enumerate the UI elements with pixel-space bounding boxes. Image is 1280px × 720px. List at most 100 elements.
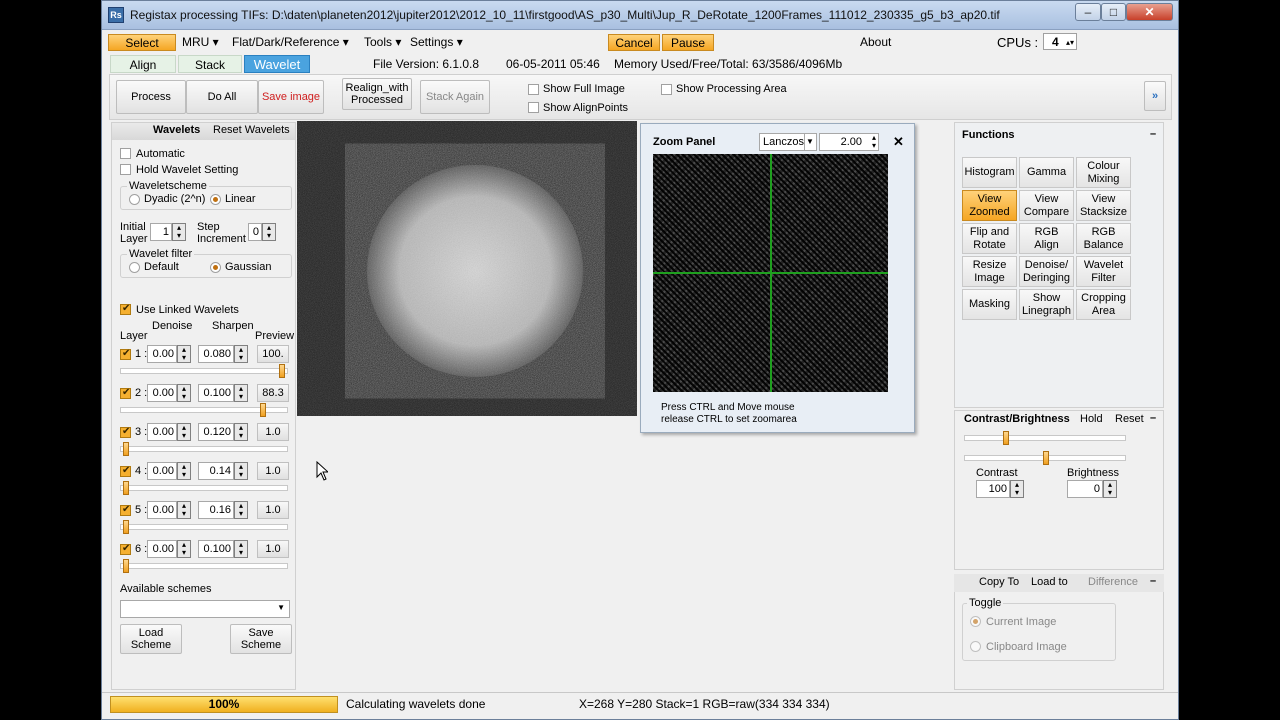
function-masking-button[interactable]: Masking — [962, 289, 1017, 320]
layer-denoise-spinner-icon[interactable]: ▴ ▾ — [177, 462, 191, 480]
function-rgb-align-button[interactable]: RGB Align — [1019, 223, 1074, 254]
layer-sharpen-spinner-icon[interactable]: ▴ ▾ — [234, 345, 248, 363]
function-flip-and-rotate-button[interactable]: Flip and Rotate — [962, 223, 1017, 254]
realign-with-processed-button[interactable]: Realign_with Processed — [342, 78, 412, 110]
select-button[interactable]: Select — [108, 34, 176, 51]
about-link[interactable]: About — [860, 34, 891, 51]
layer-slider-thumb[interactable] — [123, 442, 129, 456]
layer-sharpen-input[interactable]: 0.080 — [198, 345, 234, 363]
layer-preview-button[interactable]: 1.0 — [257, 462, 289, 480]
maximize-icon[interactable]: □ — [1101, 3, 1126, 21]
linear-radio[interactable] — [210, 194, 221, 205]
function-rgb-balance-button[interactable]: RGB Balance — [1076, 223, 1131, 254]
collapse-icon[interactable]: – — [1150, 128, 1156, 140]
layer-sharpen-spinner-icon[interactable]: ▴ ▾ — [234, 501, 248, 519]
contrast-spinner-icon[interactable]: ▴ ▾ — [1010, 480, 1024, 498]
layer-sharpen-input[interactable]: 0.16 — [198, 501, 234, 519]
contrast-slider-thumb[interactable] — [1003, 431, 1009, 445]
zoom-panel[interactable]: Zoom Panel Lanczos ▼ 2.00 ▴ ▾ ✕ Press CTR… — [640, 123, 915, 433]
function-view-zoomed-button[interactable]: View Zoomed — [962, 190, 1017, 221]
layer-slider-thumb[interactable] — [123, 559, 129, 573]
layer-sharpen-spinner-icon[interactable]: ▴ ▾ — [234, 462, 248, 480]
image-view[interactable] — [297, 121, 637, 416]
layer-sharpen-spinner-icon[interactable]: ▴ ▾ — [234, 423, 248, 441]
show-processing-area-checkbox[interactable] — [661, 84, 672, 95]
menu-settings[interactable]: Settings ▾ — [410, 34, 463, 51]
tab-wavelet[interactable]: Wavelet — [244, 55, 310, 73]
brightness-spinner-icon[interactable]: ▴ ▾ — [1103, 480, 1117, 498]
layer-denoise-spinner-icon[interactable]: ▴ ▾ — [177, 423, 191, 441]
current-image-radio[interactable] — [970, 616, 981, 627]
save-image-button[interactable]: Save image — [258, 80, 324, 114]
layer-denoise-input[interactable]: 0.00 — [147, 501, 177, 519]
step-increment-spinner-icon[interactable]: ▴ ▾ — [262, 223, 276, 241]
layer-sharpen-input[interactable]: 0.100 — [198, 540, 234, 558]
zoom-factor-spinner[interactable]: 2.00 ▴ ▾ — [819, 133, 879, 151]
hold-wavelet-checkbox[interactable] — [120, 164, 131, 175]
function-show-linegraph-button[interactable]: Show Linegraph — [1019, 289, 1074, 320]
layer-strength-slider[interactable] — [120, 481, 288, 495]
contrast-hold-button[interactable]: Hold — [1080, 413, 1103, 425]
clipboard-image-radio[interactable] — [970, 641, 981, 652]
layer-preview-button[interactable]: 1.0 — [257, 423, 289, 441]
layer-strength-slider[interactable] — [120, 520, 288, 534]
menu-flat-dark-reference[interactable]: Flat/Dark/Reference ▾ — [232, 34, 349, 51]
function-histogram-button[interactable]: Histogram — [962, 157, 1017, 188]
layer-enable-checkbox[interactable] — [120, 348, 131, 360]
layer-slider-thumb[interactable] — [123, 481, 129, 495]
step-increment-input[interactable]: 0 — [248, 223, 262, 241]
brightness-slider-thumb[interactable] — [1043, 451, 1049, 465]
layer-strength-slider[interactable] — [120, 559, 288, 573]
minimize-icon[interactable]: – — [1075, 3, 1101, 21]
tab-stack[interactable]: Stack — [178, 55, 242, 73]
initial-layer-spinner-icon[interactable]: ▴ ▾ — [172, 223, 186, 241]
layer-strength-slider[interactable] — [120, 442, 288, 456]
layer-slider-thumb[interactable] — [123, 520, 129, 534]
close-icon[interactable]: ✕ — [893, 134, 904, 150]
schemes-dropdown[interactable]: ▼ — [120, 600, 290, 618]
initial-layer-input[interactable]: 1 — [150, 223, 172, 241]
gaussian-filter-radio[interactable] — [210, 262, 221, 273]
do-all-button[interactable]: Do All — [186, 80, 258, 114]
brightness-input[interactable]: 0 — [1067, 480, 1103, 498]
layer-denoise-spinner-icon[interactable]: ▴ ▾ — [177, 540, 191, 558]
layer-enable-checkbox[interactable] — [120, 543, 131, 555]
function-resize-image-button[interactable]: Resize Image — [962, 256, 1017, 287]
layer-denoise-spinner-icon[interactable]: ▴ ▾ — [177, 345, 191, 363]
stack-again-button[interactable]: Stack Again — [420, 80, 490, 114]
function-view-compare-button[interactable]: View Compare — [1019, 190, 1074, 221]
default-filter-radio[interactable] — [129, 262, 140, 273]
contrast-reset-button[interactable]: Reset — [1115, 413, 1144, 425]
zoom-method-dropdown[interactable]: Lanczos ▼ — [759, 133, 817, 151]
layer-denoise-spinner-icon[interactable]: ▴ ▾ — [177, 501, 191, 519]
close-icon[interactable]: ✕ — [1126, 3, 1173, 21]
layer-denoise-spinner-icon[interactable]: ▴ ▾ — [177, 384, 191, 402]
show-alignpoints-checkbox[interactable] — [528, 102, 539, 113]
layer-enable-checkbox[interactable] — [120, 387, 131, 399]
expand-icon[interactable]: » — [1144, 81, 1166, 111]
contrast-input[interactable]: 100 — [976, 480, 1010, 498]
contrast-slider[interactable] — [964, 431, 1126, 445]
layer-sharpen-input[interactable]: 0.100 — [198, 384, 234, 402]
layer-sharpen-input[interactable]: 0.14 — [198, 462, 234, 480]
use-linked-wavelets-checkbox[interactable] — [120, 303, 131, 315]
function-wavelet-filter-button[interactable]: Wavelet Filter — [1076, 256, 1131, 287]
save-scheme-button[interactable]: Save Scheme — [230, 624, 292, 654]
function-gamma-button[interactable]: Gamma — [1019, 157, 1074, 188]
layer-enable-checkbox[interactable] — [120, 504, 131, 516]
layer-denoise-input[interactable]: 0.00 — [147, 423, 177, 441]
menu-tools[interactable]: Tools ▾ — [364, 34, 401, 51]
function-view-stacksize-button[interactable]: View Stacksize — [1076, 190, 1131, 221]
layer-denoise-input[interactable]: 0.00 — [147, 540, 177, 558]
collapse-icon[interactable]: – — [1150, 412, 1156, 424]
layer-preview-button[interactable]: 1.0 — [257, 540, 289, 558]
layer-denoise-input[interactable]: 0.00 — [147, 345, 177, 363]
layer-strength-slider[interactable] — [120, 364, 288, 378]
load-scheme-button[interactable]: Load Scheme — [120, 624, 182, 654]
brightness-slider[interactable] — [964, 451, 1126, 465]
layer-preview-button[interactable]: 1.0 — [257, 501, 289, 519]
layer-slider-thumb[interactable] — [260, 403, 266, 417]
collapse-icon[interactable]: – — [1150, 575, 1156, 587]
layer-denoise-input[interactable]: 0.00 — [147, 384, 177, 402]
function-denoise-deringing-button[interactable]: Denoise/Deringing — [1019, 256, 1074, 287]
